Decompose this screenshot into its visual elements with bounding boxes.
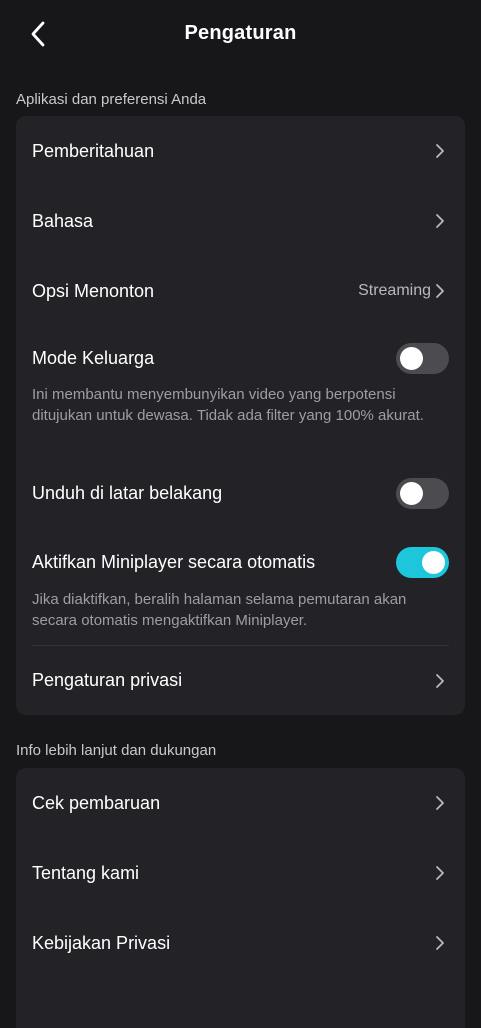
chevron-right-icon xyxy=(433,213,447,229)
privacy-settings-row[interactable]: Pengaturan privasi xyxy=(16,646,465,715)
toggle-knob xyxy=(400,481,423,505)
watch-options-value: Streaming xyxy=(358,282,431,299)
about-us-row[interactable]: Tentang kami xyxy=(16,838,465,908)
auto-miniplayer-label: Aktifkan Miniplayer secara otomatis xyxy=(32,551,316,572)
toggle-knob xyxy=(400,346,423,370)
check-update-row[interactable]: Cek pembaruan xyxy=(16,768,465,838)
family-mode-row: Mode Keluarga xyxy=(16,330,465,386)
auto-miniplayer-toggle[interactable] xyxy=(396,546,449,578)
privacy-settings-label: Pengaturan privasi xyxy=(32,670,183,690)
section-label-app-preferences: Aplikasi dan preferensi Anda xyxy=(16,91,207,108)
check-update-label: Cek pembaruan xyxy=(32,792,161,813)
language-row[interactable]: Bahasa xyxy=(16,186,465,256)
top-bar: Pengaturan xyxy=(0,0,481,68)
auto-miniplayer-row: Aktifkan Miniplayer secara otomatis xyxy=(16,534,465,590)
background-download-toggle[interactable] xyxy=(396,477,449,509)
info-support-card: Cek pembaruan Tentang kami Kebijakan Pri… xyxy=(16,768,465,1028)
chevron-right-icon xyxy=(433,795,447,811)
notifications-label: Pemberitahuan xyxy=(32,140,155,161)
privacy-policy-row[interactable]: Kebijakan Privasi xyxy=(16,908,465,978)
watch-options-row[interactable]: Opsi Menonton Streaming xyxy=(16,256,465,326)
chevron-right-icon xyxy=(433,283,447,299)
watch-options-label: Opsi Menonton xyxy=(32,280,155,301)
chevron-right-icon xyxy=(433,865,447,881)
chevron-right-icon xyxy=(433,673,447,689)
background-download-label: Unduh di latar belakang xyxy=(32,482,223,503)
notifications-row[interactable]: Pemberitahuan xyxy=(16,116,465,186)
privacy-policy-label: Kebijakan Privasi xyxy=(32,932,171,953)
section-label-info-support: Info lebih lanjut dan dukungan xyxy=(16,742,217,759)
family-mode-label: Mode Keluarga xyxy=(32,347,155,368)
chevron-right-icon xyxy=(433,143,447,159)
chevron-right-icon xyxy=(433,935,447,951)
background-download-row: Unduh di latar belakang xyxy=(16,465,465,521)
page-title: Pengaturan xyxy=(184,22,297,44)
language-label: Bahasa xyxy=(32,210,94,231)
about-us-label: Tentang kami xyxy=(32,862,140,883)
family-mode-description: Ini membantu menyembunyikan video yang b… xyxy=(32,386,424,424)
auto-miniplayer-description: Jika diaktifkan, beralih halaman selama … xyxy=(32,591,407,629)
toggle-knob xyxy=(422,550,445,574)
family-mode-toggle[interactable] xyxy=(396,342,449,374)
app-preferences-card: Pemberitahuan Bahasa Opsi Menonton Strea… xyxy=(16,116,465,715)
